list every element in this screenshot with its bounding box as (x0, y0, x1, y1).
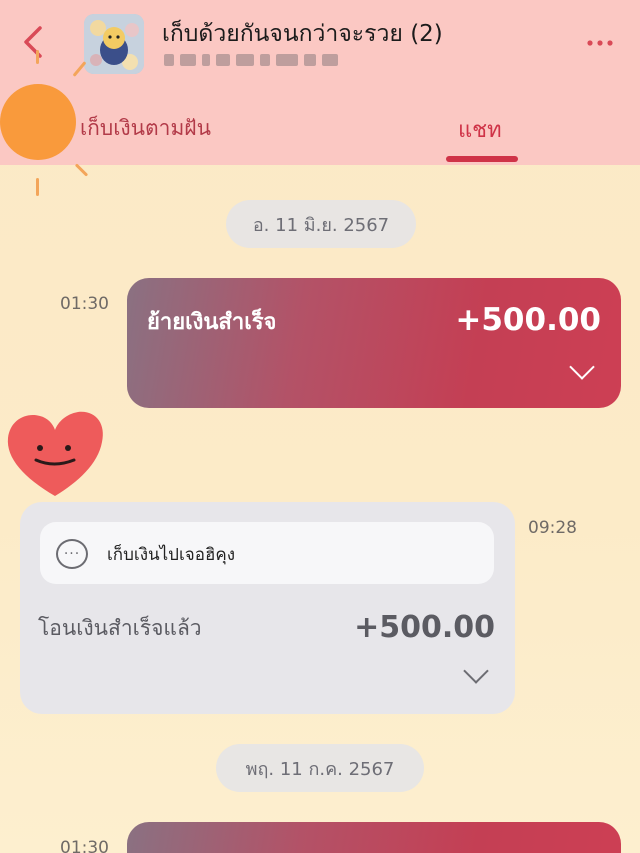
message-time: 01:30 (60, 838, 109, 853)
transfer-label: ย้ายเงินสำเร็จ (147, 310, 277, 335)
transfer-label: โอนเงินสำเร็จแล้ว (38, 616, 202, 640)
transfer-amount: +500.00 (455, 302, 601, 338)
tab-savings-goal[interactable]: เก็บเงินตามฝัน (80, 112, 211, 145)
chevron-down-icon[interactable] (463, 658, 489, 684)
subtitle-blurred (164, 51, 354, 69)
chat-title: เก็บด้วยกันจนกว่าจะรวย (2) (162, 21, 443, 47)
date-pill: อ. 11 มิ.ย. 2567 (226, 200, 416, 248)
tab-chat[interactable]: แชท (458, 112, 502, 147)
chat-bubble-icon: ··· (56, 539, 88, 569)
transfer-card-received[interactable]: ··· เก็บเงินไปเจอฮิคุง โอนเงินสำเร็จแล้ว… (20, 502, 515, 714)
message-time: 09:28 (528, 518, 577, 538)
active-tab-indicator (446, 156, 518, 162)
transfer-card-moved[interactable]: ย้ายเงินสำเร็จ +500.00 (127, 278, 621, 408)
chevron-down-icon[interactable] (569, 354, 595, 380)
transfer-note: ··· เก็บเงินไปเจอฮิคุง (40, 522, 494, 584)
transfer-card-partial[interactable] (127, 822, 621, 853)
transfer-amount: +500.00 (354, 610, 495, 645)
more-dots-icon[interactable] (586, 22, 614, 55)
heart-face-sticker (4, 408, 106, 500)
group-avatar[interactable] (84, 14, 144, 74)
back-chevron-icon[interactable] (18, 22, 48, 62)
note-text: เก็บเงินไปเจอฮิคุง (107, 545, 235, 565)
date-pill: พฤ. 11 ก.ค. 2567 (216, 744, 424, 792)
message-time: 01:30 (60, 294, 109, 314)
chat-header: เก็บด้วยกันจนกว่าจะรวย (2) เก็บเงินตามฝั… (0, 0, 640, 165)
